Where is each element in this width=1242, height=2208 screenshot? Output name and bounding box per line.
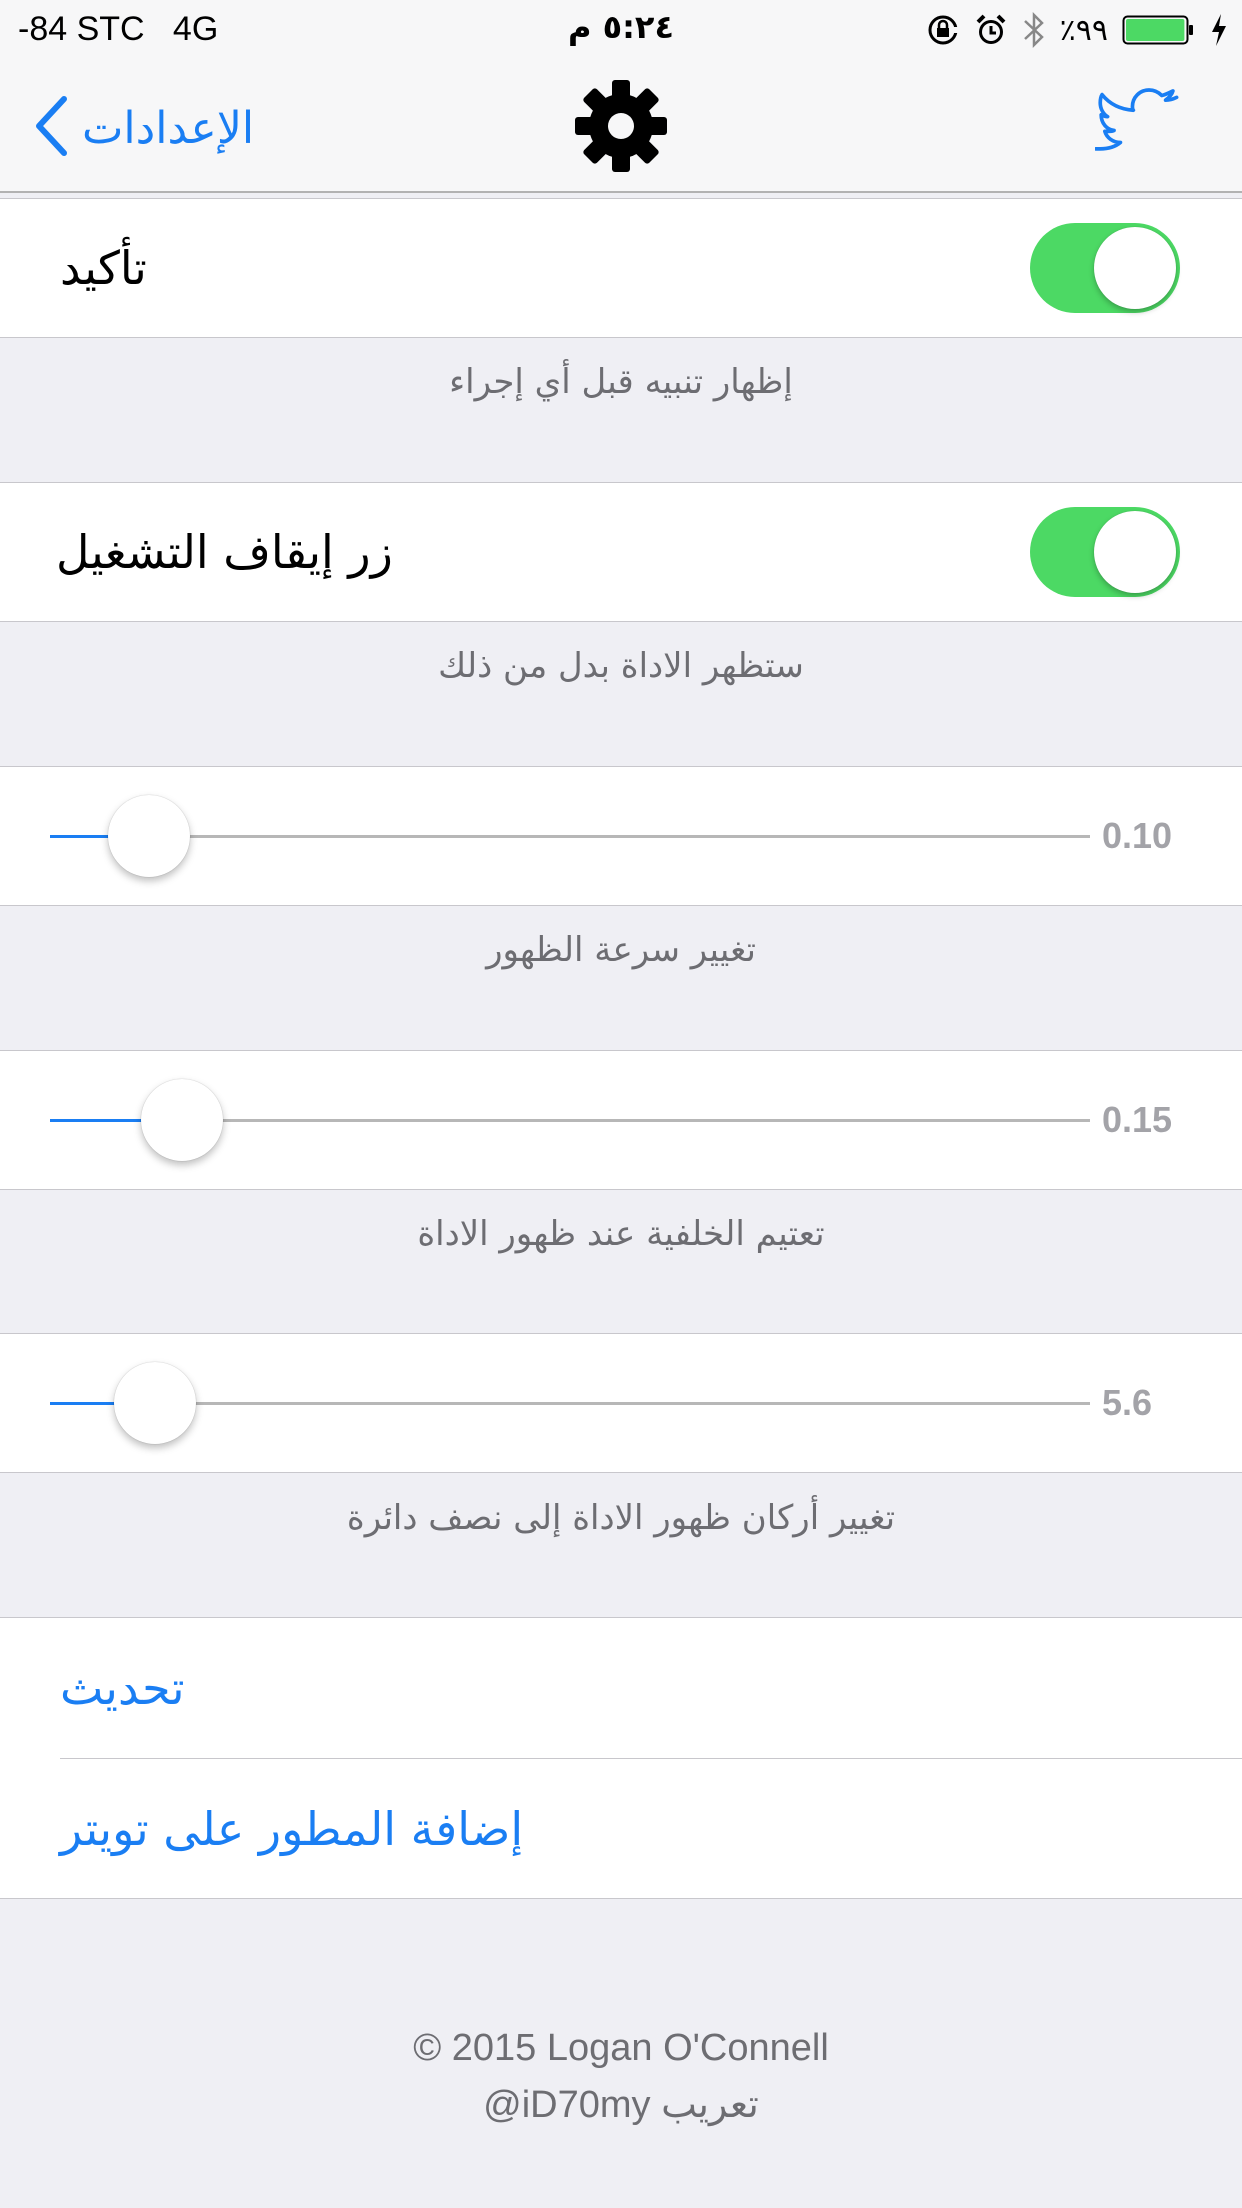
- dim-footer: تعتيم الخلفية عند ظهور الاداة: [417, 1214, 825, 1254]
- speed-slider[interactable]: [50, 767, 1090, 905]
- slider-track: [50, 1402, 1090, 1405]
- translation-credit: @iD70my تعريب: [483, 2084, 759, 2126]
- corners-footer: تغيير أركان ظهور الاداة إلى نصف دائرة: [346, 1498, 896, 1538]
- refresh-button[interactable]: تحديث: [60, 1618, 185, 1758]
- speed-cell: 0.10: [0, 766, 1242, 906]
- status-bar: -84 STC 4G ٥:٢٤ م ٪٩٩: [0, 0, 1242, 60]
- gear-icon: [575, 80, 667, 176]
- bluetooth-icon: [1022, 11, 1046, 49]
- status-icons: ٪٩٩: [926, 8, 1228, 52]
- power-button-label: زر إيقاف التشغيل: [56, 525, 393, 579]
- alarm-icon: [974, 13, 1008, 47]
- dim-value: 0.15: [1102, 1099, 1173, 1140]
- follow-developer-button[interactable]: إضافة المطور على تويتر: [60, 1759, 523, 1899]
- corners-slider[interactable]: [50, 1334, 1090, 1472]
- battery-icon: [1122, 13, 1196, 47]
- toggle-knob: [1094, 227, 1176, 309]
- chevron-left-icon: [34, 96, 68, 160]
- speed-footer: تغيير سرعة الظهور: [486, 930, 756, 970]
- battery-percent: ٪٩٩: [1059, 12, 1108, 48]
- navigation-bar: الإعدادات: [0, 60, 1242, 193]
- back-button[interactable]: الإعدادات: [34, 96, 254, 160]
- charging-bolt-icon: [1210, 13, 1228, 47]
- slider-thumb[interactable]: [114, 1362, 197, 1444]
- actions-group: تحديث إضافة المطور على تويتر: [0, 1617, 1242, 1899]
- speed-value: 0.10: [1102, 815, 1173, 856]
- corners-value: 5.6: [1102, 1382, 1153, 1423]
- slider-thumb[interactable]: [141, 1079, 224, 1161]
- copyright-text: © 2015 Logan O'Connell: [413, 2027, 829, 2069]
- confirm-label: تأكيد: [60, 241, 147, 295]
- back-label: الإعدادات: [82, 102, 255, 154]
- toggle-knob: [1094, 511, 1176, 593]
- slider-thumb[interactable]: [107, 795, 190, 877]
- power-button-footer: ستظهر الاداة بدل من ذلك: [438, 646, 804, 686]
- confirm-cell: تأكيد: [0, 198, 1242, 338]
- power-button-toggle[interactable]: [1030, 507, 1180, 597]
- confirm-footer: إظهار تنبيه قبل أي إجراء: [449, 362, 793, 402]
- confirm-toggle[interactable]: [1030, 223, 1180, 313]
- twitter-bird-icon[interactable]: [1093, 86, 1179, 160]
- orientation-lock-icon: [926, 13, 960, 47]
- power-button-cell: زر إيقاف التشغيل: [0, 482, 1242, 622]
- slider-track: [50, 835, 1090, 838]
- dim-slider[interactable]: [50, 1051, 1090, 1189]
- corners-cell: 5.6: [0, 1333, 1242, 1473]
- dim-cell: 0.15: [0, 1050, 1242, 1190]
